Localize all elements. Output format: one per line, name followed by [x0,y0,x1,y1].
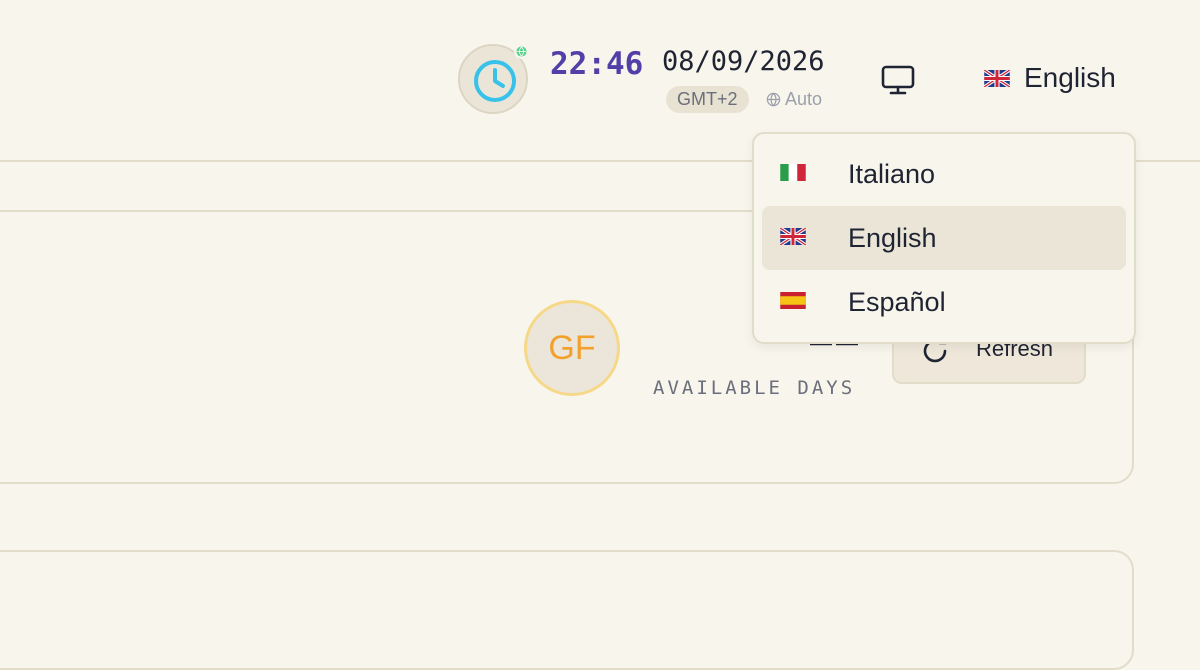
current-date: 08/09/2026 [662,46,825,77]
secondary-card [0,550,1134,670]
language-option-label: English [848,223,937,253]
italy-flag-icon [780,164,806,181]
timezone-badge: GMT+2 [666,86,749,113]
display-mode-button[interactable] [880,64,916,101]
uk-flag-icon [780,228,806,245]
avatar[interactable]: GF [524,300,620,396]
clock-icon [474,60,516,102]
globe-status-icon [514,44,529,59]
language-selector[interactable]: English [984,62,1116,94]
globe-icon [766,92,781,107]
timezone-mode: Auto [766,89,822,110]
language-option-italiano[interactable]: Italiano [762,142,1126,206]
language-option-espanol[interactable]: Español [762,270,1126,334]
available-days-label: AVAILABLE DAYS [653,377,856,399]
spain-flag-icon [780,292,806,309]
language-option-label: Italiano [848,159,936,189]
monitor-icon [881,65,915,95]
uk-flag-icon [984,69,1010,87]
language-menu: Italiano English Español [752,132,1136,344]
timezone-mode-label: Auto [785,89,823,109]
language-selector-label: English [1024,62,1116,93]
language-option-english[interactable]: English [762,206,1126,270]
language-option-label: Español [848,287,946,317]
current-time: 22:46 [550,46,644,82]
